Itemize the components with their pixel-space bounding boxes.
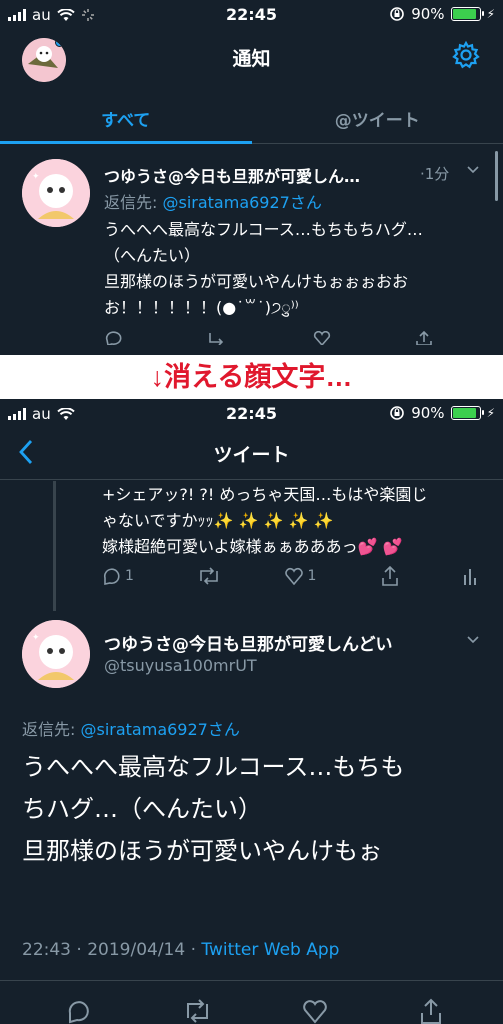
charging-icon: ⚡: [486, 7, 495, 21]
tweet-text: うへへへ最高なフルコース…もちも ちハグ…（へんたい） 旦那様のほうが可愛いやん…: [22, 746, 492, 872]
retweet-icon[interactable]: [182, 998, 212, 1024]
battery-icon: [450, 406, 484, 420]
tweet-timestamp: 22:43 · 2019/04/14 ·: [22, 940, 202, 960]
like-icon[interactable]: [312, 331, 332, 345]
gear-icon[interactable]: [451, 40, 481, 70]
reply-icon[interactable]: [66, 998, 92, 1024]
status-bar: au 22:45 90% ⚡: [0, 0, 503, 30]
previous-tweet-actions: 1 1: [102, 566, 477, 586]
tweet-line: ゃないですかｯｯ✨ ✨ ✨ ✨ ✨: [102, 511, 334, 530]
scrollbar[interactable]: [495, 151, 498, 201]
author-avatar[interactable]: ✦: [22, 159, 90, 227]
notifications-header: 通知: [0, 30, 503, 86]
retweet-icon[interactable]: [197, 567, 221, 585]
reply-icon[interactable]: [104, 331, 124, 345]
notification-item[interactable]: ✦ つゆうさ@今日も旦那が可愛しん… ·1分 返信先: @siratama692…: [0, 145, 503, 355]
orientation-lock-icon: [390, 7, 405, 21]
tweet-metadata: 22:43 · 2019/04/14 · Twitter Web App: [22, 940, 339, 960]
tweet-line: お！！！！！！(●˙꒳˙)੭ु⁾⁾: [104, 298, 299, 317]
tweet-line: 旦那様のほうが可愛いやんけもぉぉぉおお: [104, 272, 409, 291]
status-bar-2: au 22:45 90% ⚡: [0, 399, 503, 429]
tweet-header: ツイート: [0, 428, 503, 480]
tweet-time: ·1分: [420, 165, 450, 183]
tweet-line: 嫁様超絶可愛いよ嫁様ぁぁあああっ💕 💕: [102, 537, 403, 556]
tab-mentions[interactable]: @ツイート: [252, 92, 503, 143]
share-icon[interactable]: [418, 998, 444, 1024]
page-title: ツイート: [213, 444, 290, 466]
reply-handle-link[interactable]: @siratama6927さん: [80, 720, 239, 739]
reply-count: 1: [125, 568, 134, 584]
like-count: 1: [307, 568, 317, 584]
caption-banner: ↓消える顔文字…: [0, 355, 503, 399]
previous-tweet-text: +シェアッ?! ?! めっちゃ天国…もはや楽園じ ゃないですかｯｯ✨ ✨ ✨ ✨…: [102, 482, 482, 560]
share-icon[interactable]: [414, 331, 434, 345]
tweet-actions: [104, 331, 434, 345]
page-title: 通知: [232, 48, 271, 70]
chevron-down-icon[interactable]: [466, 163, 480, 177]
divider: [0, 980, 503, 981]
author-name[interactable]: つゆうさ@今日も旦那が可愛しんどい: [104, 630, 393, 655]
retweet-icon[interactable]: [206, 331, 230, 345]
analytics-icon[interactable]: [463, 567, 477, 585]
tweet-line: うへへへ最高なフルコース…もちもちハグ…: [104, 220, 423, 239]
orientation-lock-icon: [390, 406, 405, 420]
tweet-line: ちハグ…（へんたい）: [22, 795, 262, 823]
chevron-down-icon[interactable]: [466, 633, 480, 647]
author-avatar[interactable]: ✦: [22, 620, 90, 688]
notification-tabs: すべて @ツイート: [0, 92, 503, 144]
battery-icon: [450, 7, 484, 21]
reply-handle-link[interactable]: @siratama6927さん: [162, 193, 321, 212]
author-handle[interactable]: @tsuyusa100mrUT: [104, 656, 257, 675]
reply-prefix: 返信先:: [104, 193, 163, 212]
reply-icon[interactable]: [102, 567, 122, 585]
tweet-source-link[interactable]: Twitter Web App: [201, 940, 339, 960]
like-icon[interactable]: [284, 567, 304, 585]
author-name[interactable]: つゆうさ@今日も旦那が可愛しん…: [104, 163, 414, 187]
share-icon[interactable]: [380, 566, 400, 586]
svg-text:✦: ✦: [32, 172, 40, 182]
thread-connector: [53, 481, 56, 611]
tweet-line: うへへへ最高なフルコース…もちも: [22, 753, 405, 781]
tab-all[interactable]: すべて: [0, 92, 252, 144]
tweet-text: うへへへ最高なフルコース…もちもちハグ… （へんたい） 旦那様のほうが可愛いやん…: [104, 217, 484, 321]
battery-percent: 90%: [411, 404, 445, 422]
reply-prefix: 返信先:: [22, 720, 81, 739]
like-icon[interactable]: [302, 998, 328, 1024]
reply-to: 返信先: @siratama6927さん: [22, 716, 240, 740]
battery-percent: 90%: [411, 5, 445, 23]
tweet-line: （へんたい）: [104, 246, 201, 265]
tweet-actions: [66, 998, 444, 1024]
reply-to: 返信先: @siratama6927さん: [104, 189, 322, 213]
svg-text:✦: ✦: [32, 633, 40, 643]
tweet-line: +シェアッ?! ?! めっちゃ天国…もはや楽園じ: [102, 485, 428, 504]
charging-icon: ⚡: [486, 406, 495, 420]
tweet-line: 旦那様のほうが可愛いやんけもぉ: [22, 837, 382, 865]
